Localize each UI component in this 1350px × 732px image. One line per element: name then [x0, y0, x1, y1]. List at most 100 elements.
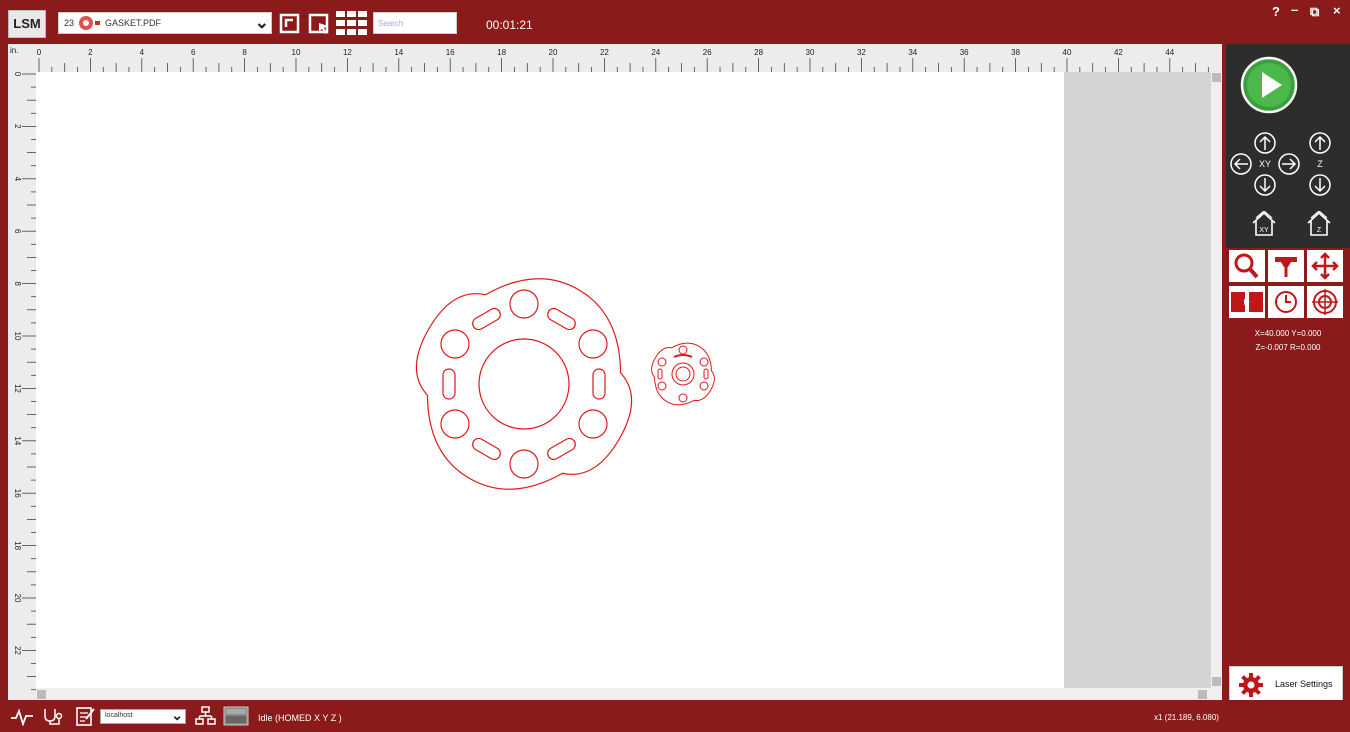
machine-icon[interactable] — [222, 704, 250, 728]
select-icon[interactable] — [308, 12, 330, 34]
ruler-left-label: 22 — [13, 646, 22, 655]
out-of-bounds-area — [1064, 72, 1211, 688]
ruler-left-label: 10 — [13, 332, 22, 341]
ruler-top-label: 10 — [292, 48, 301, 57]
job-timer: 00:01:21 — [486, 18, 533, 32]
cursor-position: x1 (21.189, 6.080) — [1154, 713, 1219, 722]
job-name: GASKET.PDF — [105, 18, 162, 28]
scroll-right-arrow[interactable] — [1198, 690, 1207, 699]
ruler-left-label: 0 — [13, 72, 22, 77]
ruler-top-label: 16 — [446, 48, 455, 57]
start-job-button[interactable] — [1240, 56, 1298, 114]
horizontal-scrollbar[interactable] — [36, 688, 1211, 700]
home-xy-button[interactable]: XY — [1251, 211, 1277, 237]
machine-status: Idle (HOMED X Y Z ) — [258, 713, 342, 723]
laser-settings-label: Laser Settings — [1275, 679, 1333, 689]
scroll-down-arrow[interactable] — [1212, 677, 1221, 686]
ruler-top-label: 12 — [343, 48, 352, 57]
diagnostics-icon[interactable] — [42, 706, 66, 726]
ruler-left-label: 4 — [13, 177, 22, 182]
ruler-top-label: 18 — [497, 48, 506, 57]
import-icon[interactable] — [279, 12, 301, 34]
magnifier-icon — [1234, 253, 1259, 279]
scroll-up-arrow[interactable] — [1212, 73, 1221, 82]
ruler-top-label: 4 — [140, 48, 145, 57]
ruler-top-label: 32 — [857, 48, 866, 57]
ruler-top-label: 2 — [88, 48, 93, 57]
zoom-button[interactable] — [1229, 250, 1265, 282]
home-z-button[interactable]: Z — [1306, 211, 1332, 237]
time-estimate-button[interactable] — [1268, 286, 1304, 318]
close-button[interactable]: × — [1333, 3, 1341, 18]
target-button[interactable] — [1307, 286, 1343, 318]
ruler-top-label: 8 — [242, 48, 247, 57]
grid-layout-icon[interactable] — [336, 11, 368, 35]
gasket-large-center-hole — [478, 338, 570, 430]
move-button[interactable] — [1307, 250, 1343, 282]
ruler-unit-label: in. — [10, 46, 19, 55]
ruler-top-label: 14 — [394, 48, 403, 57]
job-count: 23 — [64, 18, 75, 28]
search-input[interactable] — [373, 12, 457, 34]
z-jog-pad[interactable]: Z — [1306, 130, 1334, 200]
gasket-large-part[interactable] — [415, 272, 633, 496]
ruler-top-label: 26 — [703, 48, 712, 57]
ruler-top-label: 38 — [1011, 48, 1020, 57]
ruler-top-label: 22 — [600, 48, 609, 57]
ruler-left-label: 2 — [13, 124, 22, 129]
clock-icon — [1275, 291, 1297, 313]
ruler-top-label: 28 — [754, 48, 763, 57]
ruler-left-label: 20 — [13, 594, 22, 603]
ruler-top-label: 36 — [960, 48, 969, 57]
ruler-left-label: 18 — [13, 541, 22, 550]
crosshair-icon — [1312, 289, 1338, 315]
laser-head-button[interactable] — [1268, 250, 1304, 282]
ruler-left-label: 8 — [13, 281, 22, 286]
laser-settings-button[interactable]: Laser Settings — [1229, 666, 1343, 702]
ruler-top-label: 6 — [191, 48, 196, 57]
xy-label: XY — [1259, 159, 1271, 169]
ruler-left-label: 14 — [13, 436, 22, 445]
move-arrows-icon — [1311, 252, 1339, 280]
job-select[interactable]: 23 GASKET.PDF ⌄ — [58, 12, 272, 34]
ruler-left-label: 12 — [13, 384, 22, 393]
xy-jog-pad[interactable]: XY — [1228, 130, 1302, 200]
gasket-small-part[interactable] — [649, 340, 717, 408]
scroll-corner — [1211, 688, 1222, 700]
ruler-top-label: 34 — [908, 48, 917, 57]
activity-icon[interactable] — [10, 708, 34, 726]
chevron-down-icon[interactable]: ⌄ — [255, 13, 269, 33]
ruler-left-label: 16 — [13, 489, 22, 498]
network-icon[interactable] — [195, 706, 217, 726]
ruler-top-label: 24 — [651, 48, 660, 57]
help-button[interactable]: ? — [1272, 4, 1280, 19]
frame-icon — [1231, 292, 1263, 312]
ruler-top-label: 44 — [1165, 48, 1174, 57]
ruler-top: 0 2 4 6 8 10 12 14 16 18 20 22 24 26 28 30 32 34 36 38 40 42 4… — [8, 44, 1222, 72]
position-readout-zr: Z=-0.007 R=0.000 — [1255, 343, 1321, 352]
notes-icon[interactable] — [74, 705, 96, 727]
ruler-top-label: 0 — [37, 48, 42, 57]
gasket-thumbnail-icon — [79, 16, 100, 30]
position-readout-xy: X=40.000 Y=0.000 — [1254, 329, 1322, 338]
laser-head-icon — [1275, 257, 1297, 277]
ruler-top-label: 30 — [806, 48, 815, 57]
restore-button[interactable]: ⧉ — [1310, 4, 1319, 20]
ruler-left-label: 6 — [13, 229, 22, 234]
host-value: localhost — [105, 712, 133, 719]
ruler-top-label: 40 — [1063, 48, 1072, 57]
vertical-scrollbar[interactable] — [1211, 72, 1222, 688]
ruler-top-label: 42 — [1114, 48, 1123, 57]
ruler-unit: in. — [8, 44, 36, 72]
ruler-left: 0 2 4 6 8 10 12 14 16 18 20 22 — [8, 72, 36, 700]
minimize-button[interactable]: – — [1291, 2, 1298, 17]
home-xy-label: XY — [1259, 227, 1269, 234]
gasket-large-outline — [415, 278, 633, 490]
chevron-down-icon: ⌄ — [171, 707, 183, 723]
host-select[interactable]: localhost ⌄ — [100, 707, 186, 724]
frame-button[interactable] — [1229, 286, 1265, 318]
app-logo[interactable]: LSM — [8, 10, 46, 38]
scroll-left-arrow[interactable] — [37, 690, 46, 699]
ruler-top-label: 20 — [549, 48, 558, 57]
z-label: Z — [1317, 159, 1323, 169]
